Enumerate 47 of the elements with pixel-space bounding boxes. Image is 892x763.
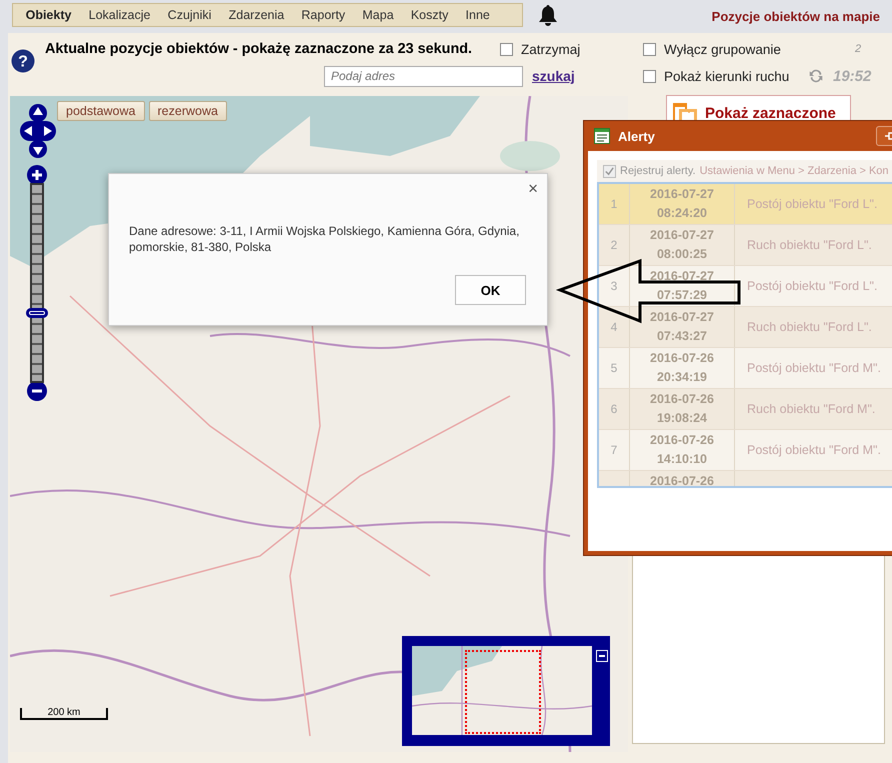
alert-time: 14:10:10 xyxy=(656,452,708,467)
nav-tab[interactable]: Lokalizacje xyxy=(80,8,160,22)
alert-message: Ruch obiektu "Ford L". xyxy=(747,320,872,334)
alert-message: Postój obiektu "Ford M". xyxy=(747,443,881,457)
alert-time: 20:34:19 xyxy=(656,370,708,385)
alert-date: 2016-07-27 xyxy=(650,269,714,284)
settings-path: Ustawienia w Menu > Zdarzenia > Kon xyxy=(700,165,889,177)
checkbox[interactable] xyxy=(643,42,656,56)
search-link[interactable]: szukaj xyxy=(532,68,643,84)
help-icon[interactable]: ? xyxy=(11,49,35,73)
nav-tab[interactable]: Inne xyxy=(456,8,498,22)
clock-time: 19:52 xyxy=(833,68,872,84)
checkbox-label: Pokaż kierunki ruchu xyxy=(664,68,790,84)
page-title: Pozycje obiektów na mapie xyxy=(712,9,881,24)
checkbox[interactable] xyxy=(643,70,656,82)
alert-date: 2016-07-27 xyxy=(650,310,714,325)
countdown-heading: Aktualne pozycje obiektów - pokażę zaznaczone za 23 sekund. xyxy=(45,41,474,57)
nav-tab[interactable]: Zdarzenia xyxy=(220,8,293,22)
nav-tab[interactable]: Raporty xyxy=(292,8,354,22)
alert-date: 2016-07-26 xyxy=(650,392,714,407)
alert-time: 07:57:29 xyxy=(656,288,708,303)
alert-time: 08:24:20 xyxy=(656,206,708,221)
counter: 2 xyxy=(855,43,862,55)
checkbox[interactable] xyxy=(500,42,513,56)
alert-date: 2016-07-27 xyxy=(650,187,714,202)
alert-message: Ruch obiektu "Ford L". xyxy=(747,238,872,252)
alert-time: 19:08:24 xyxy=(656,411,708,426)
alert-time: 07:43:27 xyxy=(656,329,708,344)
alert-message: Postój obiektu "Ford L". xyxy=(747,197,878,211)
nav-tab[interactable]: Koszty xyxy=(402,8,457,22)
checkbox-label: Wyłącz grupowanie xyxy=(664,42,781,56)
checkbox-label: Rejestruj alerty. xyxy=(620,165,696,177)
alert-time: 08:00:25 xyxy=(656,247,708,262)
alert-message: Ruch obiektu "Ford M". xyxy=(747,402,876,416)
bell-icon[interactable] xyxy=(537,3,559,27)
nav-tab[interactable]: Mapa xyxy=(354,8,402,22)
nav-tab[interactable]: Obiekty xyxy=(17,8,80,22)
alert-message: Postój obiektu "Ford M". xyxy=(747,361,881,375)
nav-tab[interactable]: Czujniki xyxy=(159,8,220,22)
alert-date: 2016-07-27 xyxy=(650,228,714,243)
alert-date: 2016-07-26 xyxy=(650,433,714,448)
alert-date: 2016-07-26 xyxy=(650,474,714,486)
alert-message: Postój obiektu "Ford L". xyxy=(747,279,878,293)
checkbox-label: Zatrzymaj xyxy=(521,42,580,56)
window-title: Alerty xyxy=(618,128,655,144)
address-field[interactable]: Podaj adres xyxy=(324,66,523,86)
alert-date: 2016-07-26 xyxy=(650,351,714,366)
